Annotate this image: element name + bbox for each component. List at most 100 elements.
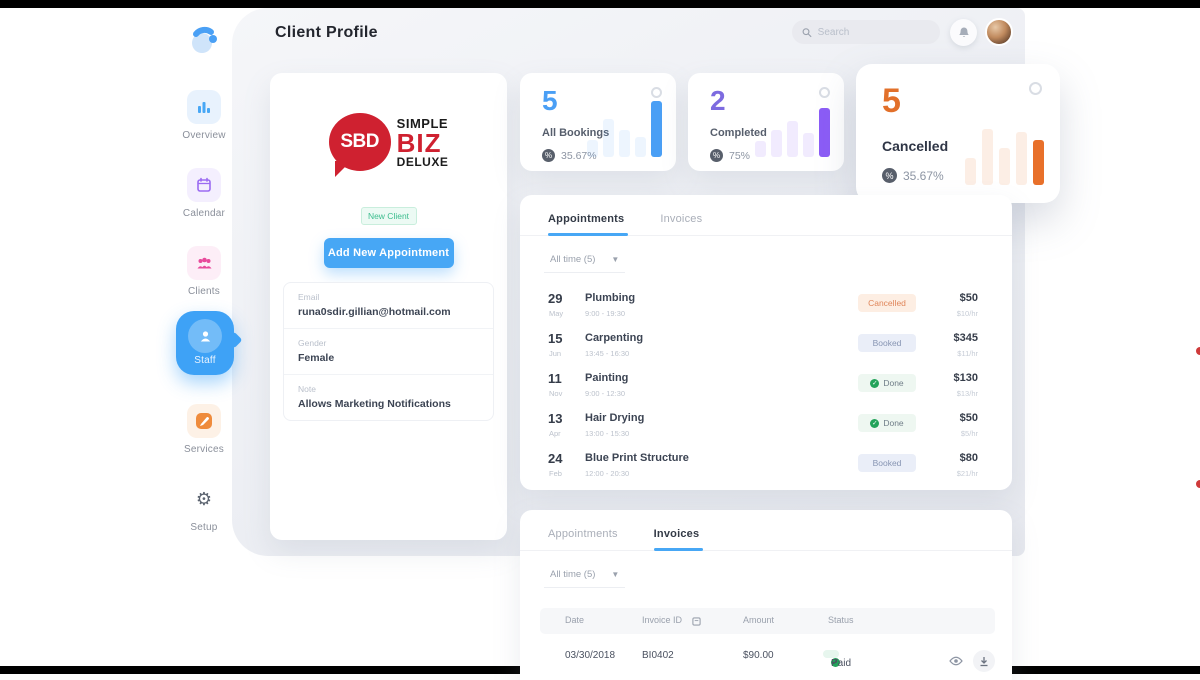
- stat-card-completed[interactable]: 2 Completed % 75%: [688, 73, 844, 171]
- stat-percent: 35.67%: [903, 168, 944, 183]
- client-fields: Email runa0sdir.gillian@hotmail.com Gend…: [283, 282, 494, 421]
- eye-icon: [949, 656, 963, 666]
- bell-icon: [958, 27, 969, 37]
- mini-bar-chart: [587, 101, 662, 157]
- stat-label: Cancelled: [882, 138, 949, 154]
- field-label: Gender: [298, 338, 327, 348]
- percent-badge-icon: %: [710, 149, 723, 162]
- time-filter-dropdown[interactable]: All time (5) ▼: [544, 246, 626, 273]
- sidebar-item-label: Clients: [188, 286, 220, 297]
- page-title: Client Profile: [275, 24, 378, 41]
- logo-abbr: SBD: [340, 131, 379, 152]
- notifications-button[interactable]: [950, 19, 977, 46]
- calendar-icon: [187, 168, 221, 202]
- stat-percent: 75%: [729, 149, 751, 162]
- search-input[interactable]: [817, 26, 930, 38]
- tab-invoices[interactable]: Invoices: [660, 213, 702, 225]
- field-value: runa0sdir.gillian@hotmail.com: [298, 306, 451, 318]
- appointment-day: 15: [548, 331, 563, 346]
- sidebar-item-staff[interactable]: Staff: [176, 311, 234, 375]
- radio-icon[interactable]: [651, 87, 662, 98]
- column-date: Date: [565, 615, 585, 625]
- check-icon: ✓: [870, 418, 880, 428]
- sidebar-item-overview[interactable]: Overview: [159, 90, 249, 141]
- client-card: SBD SIMPLE BIZ DELUXE New Client Add New…: [270, 73, 507, 540]
- tab-invoices[interactable]: Invoices: [653, 528, 703, 551]
- radio-icon[interactable]: [819, 87, 830, 98]
- sidebar-item-services[interactable]: Services: [159, 404, 249, 455]
- radio-icon[interactable]: [1029, 82, 1042, 95]
- stat-value: 5: [882, 82, 901, 120]
- download-icon: [980, 656, 988, 666]
- appointments-card: Appointments Invoices All time (5) ▼ 29 …: [520, 195, 1012, 490]
- field-label: Note: [298, 384, 316, 394]
- appointment-day: 24: [548, 451, 563, 466]
- appointment-rate: $13/hr: [956, 389, 978, 398]
- clients-people-icon: [187, 246, 221, 280]
- overview-chart-icon: [187, 90, 221, 124]
- sidebar-item-label: Calendar: [182, 208, 226, 219]
- field-label: Email: [298, 292, 320, 302]
- appointment-time: 13:45 - 16:30: [585, 349, 630, 358]
- invoice-id: BI0402: [642, 650, 674, 661]
- column-status: Status: [828, 615, 854, 625]
- invoice-table-header: Date Invoice ID Amount Status: [540, 608, 995, 634]
- appointment-service: Carpenting: [585, 332, 644, 344]
- status-badge: Booked: [858, 334, 916, 352]
- stat-card-all-bookings[interactable]: 5 All Bookings % 35.67%: [520, 73, 676, 171]
- appointment-row[interactable]: 13 Apr Hair Drying 13:00 - 15:30 ✓ Done $…: [520, 407, 1012, 447]
- services-brush-icon: [187, 404, 221, 438]
- sidebar-item-calendar[interactable]: Calendar: [159, 168, 249, 219]
- stat-value: 5: [542, 85, 558, 116]
- appointment-rate: $5/hr: [960, 429, 978, 438]
- appointment-row[interactable]: 15 Jun Carpenting 13:45 - 16:30 Booked $…: [520, 327, 1012, 367]
- top-screen-bar: [0, 0, 1200, 8]
- tab-appointments[interactable]: Appointments: [548, 213, 629, 236]
- app-logo-icon: [192, 26, 217, 53]
- invoice-row[interactable]: 03/30/2018 BI0402 $90.00 ✓ Paid: [540, 642, 995, 672]
- appointment-time: 12:00 - 20:30: [585, 469, 630, 478]
- time-filter-dropdown[interactable]: All time (5) ▼: [544, 561, 626, 588]
- tab-appointments[interactable]: Appointments: [548, 528, 618, 540]
- column-invoice-id: Invoice ID: [642, 615, 683, 625]
- column-amount: Amount: [743, 615, 775, 625]
- add-new-appointment-button[interactable]: Add New Appointment: [323, 238, 454, 268]
- staff-person-icon: [188, 319, 222, 353]
- percent-badge-icon: %: [882, 168, 897, 183]
- appointment-month: Apr: [549, 429, 561, 438]
- app-logo[interactable]: [186, 20, 224, 58]
- sidebar-item-clients[interactable]: Clients: [159, 246, 249, 297]
- chevron-down-icon: ▼: [611, 570, 620, 579]
- appointment-month: Feb: [549, 469, 562, 478]
- sidebar-item-label: Overview: [182, 130, 226, 141]
- status-badge: Cancelled: [858, 294, 916, 312]
- search-box[interactable]: [792, 20, 940, 44]
- stat-card-cancelled[interactable]: 5 Cancelled % 35.67%: [856, 64, 1060, 203]
- new-client-badge: New Client: [360, 207, 417, 225]
- sidebar-item-label: Staff: [194, 355, 216, 366]
- sidebar-item-setup[interactable]: ⚙ Setup: [159, 482, 249, 534]
- appointment-day: 13: [548, 411, 563, 426]
- view-invoice-button[interactable]: [945, 650, 967, 672]
- filter-label: All time (5): [550, 569, 596, 580]
- invoice-id-sort-icon[interactable]: [692, 617, 701, 626]
- appointment-time: 9:00 - 19:30: [585, 309, 626, 318]
- appointment-row[interactable]: 11 Nov Painting 9:00 - 12:30 ✓ Done $130 …: [520, 367, 1012, 407]
- sbd-logo-bubble: SBD: [328, 113, 391, 177]
- appointment-row[interactable]: 24 Feb Blue Print Structure 12:00 - 20:3…: [520, 447, 1012, 487]
- appointment-month: Jun: [549, 349, 562, 358]
- appointment-service: Plumbing: [585, 292, 636, 304]
- mini-bar-chart: [965, 113, 1044, 185]
- appointment-row[interactable]: 29 May Plumbing 9:00 - 19:30 Cancelled $…: [520, 287, 1012, 327]
- field-gender: Gender Female: [284, 329, 493, 375]
- appointment-service: Painting: [585, 372, 629, 384]
- field-value: Allows Marketing Notifications: [298, 398, 451, 410]
- appointment-rate: $10/hr: [956, 309, 978, 318]
- edge-red-dot: [1196, 347, 1200, 355]
- appointment-price: $50: [959, 292, 978, 304]
- user-avatar[interactable]: [985, 18, 1013, 46]
- field-note: Note Allows Marketing Notifications: [284, 375, 493, 420]
- edge-red-dot: [1196, 480, 1200, 488]
- chevron-down-icon: ▼: [611, 255, 620, 264]
- download-invoice-button[interactable]: [973, 650, 995, 672]
